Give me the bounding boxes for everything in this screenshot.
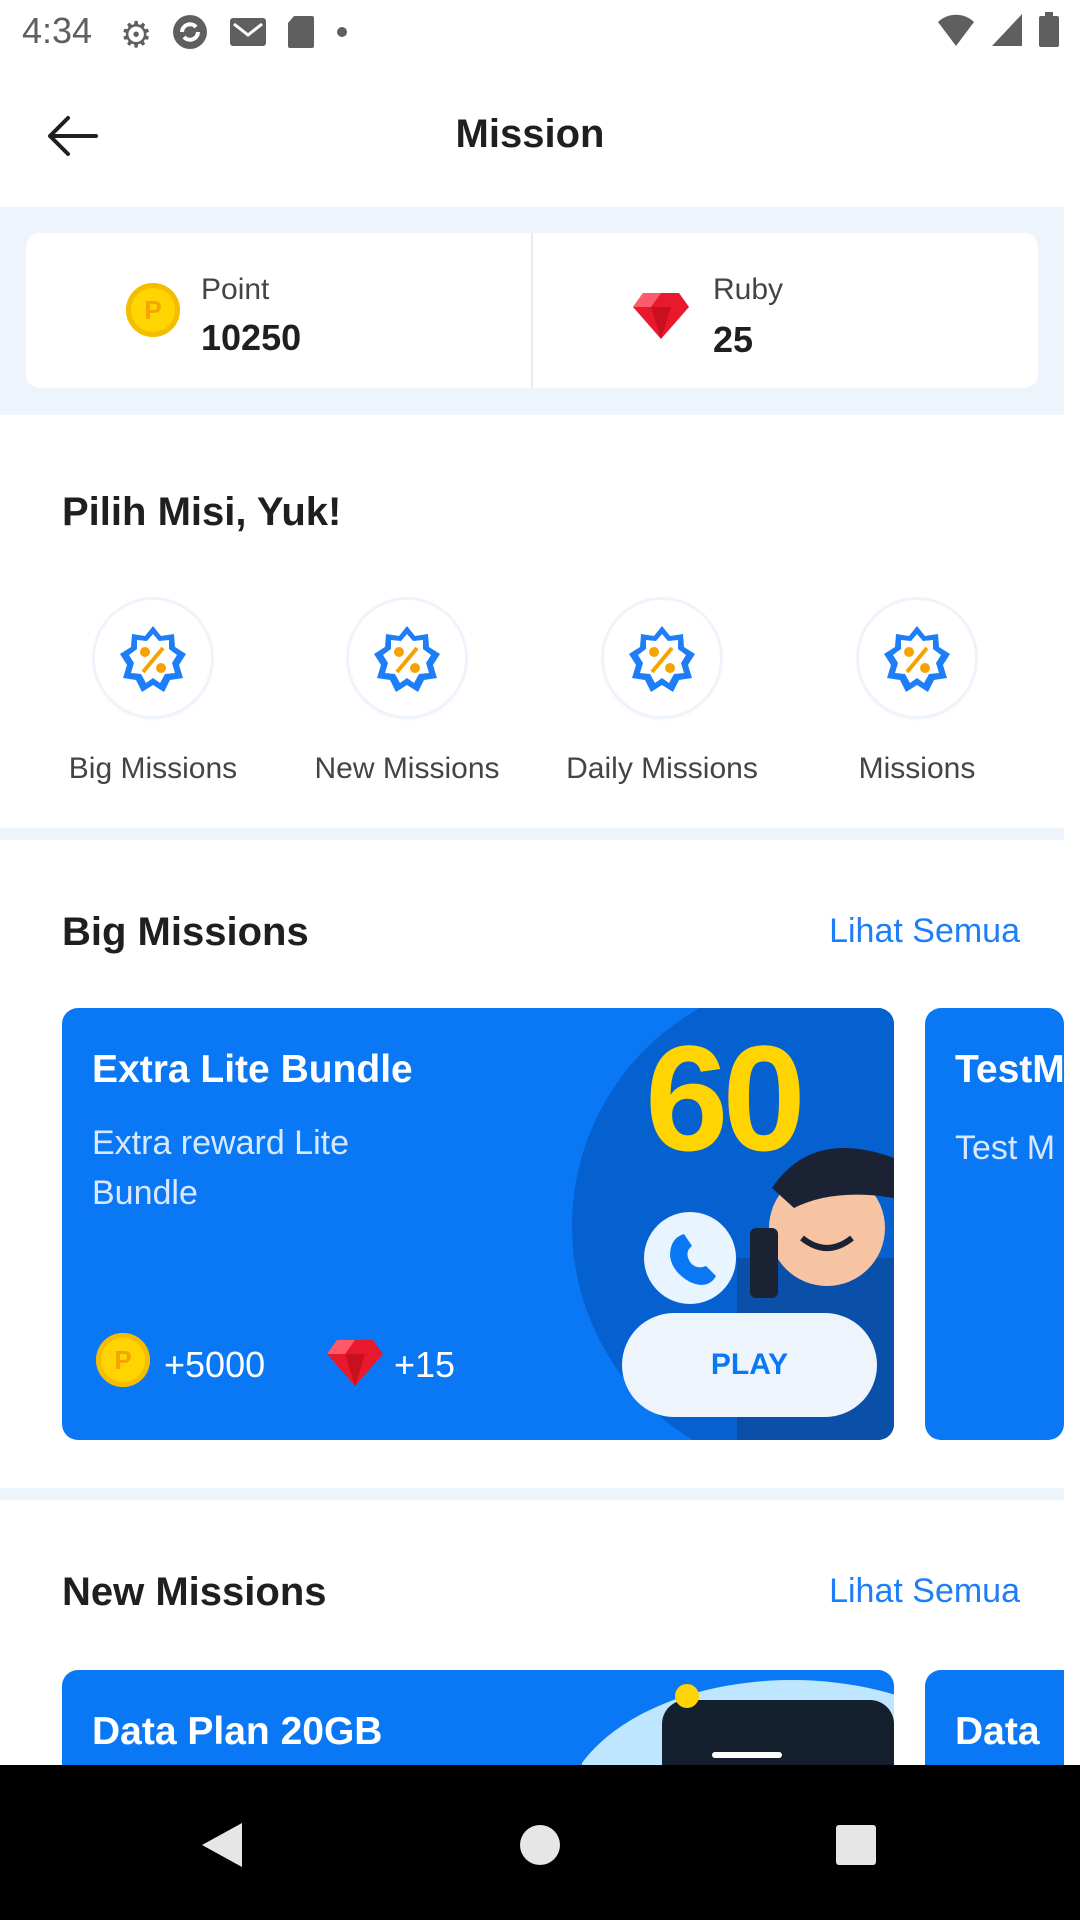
sync-icon <box>170 12 210 58</box>
discount-badge-icon <box>349 600 465 716</box>
mission-card-testm[interactable]: TestM Test M <box>925 1008 1064 1440</box>
balance-section: P Point 10250 Ruby 25 <box>0 207 1064 415</box>
category-label: Daily Missions <box>566 752 758 785</box>
play-button[interactable]: PLAY <box>622 1313 877 1417</box>
mission-card-title: Extra Lite Bundle <box>92 1048 413 1091</box>
status-left-icons: ⚙ <box>120 12 350 58</box>
big-missions-title: Big Missions <box>62 910 309 954</box>
ruby-balance[interactable]: Ruby 25 <box>531 233 1038 388</box>
recents-square-icon <box>836 1825 876 1865</box>
new-missions-title: New Missions <box>62 1570 327 1614</box>
battery-icon <box>1038 12 1060 53</box>
system-nav-bar <box>0 1765 1080 1920</box>
home-circle-icon <box>520 1825 560 1865</box>
reward-ruby-value: +15 <box>394 1344 456 1385</box>
mission-card-extra-lite-bundle[interactable]: 60 Extra Lite Bundle Extra reward Lite B… <box>62 1008 894 1440</box>
mission-card-title: Data Plan 20GB <box>92 1710 383 1753</box>
page-title: Mission <box>455 112 605 156</box>
category-label: New Missions <box>314 752 500 785</box>
point-value: 10250 <box>201 317 302 358</box>
mission-card-description: Test M <box>955 1129 1056 1167</box>
category-big-missions[interactable]: Big Missions <box>38 600 268 786</box>
ruby-icon <box>327 1340 383 1386</box>
mission-card-title: TestM <box>955 1048 1064 1091</box>
nav-back-button[interactable] <box>180 1805 260 1885</box>
discount-badge-icon <box>95 600 211 716</box>
ruby-icon <box>633 293 689 339</box>
nav-home-button[interactable] <box>500 1805 580 1885</box>
nav-recents-button[interactable] <box>816 1805 896 1885</box>
sd-card-icon <box>286 14 316 56</box>
ruby-label: Ruby <box>713 273 784 306</box>
discount-badge-icon <box>604 600 720 716</box>
point-balance[interactable]: P Point 10250 <box>26 233 531 388</box>
status-right-icons <box>936 12 1060 53</box>
balance-card: P Point 10250 Ruby 25 <box>26 233 1038 388</box>
category-label: Big Missions <box>68 752 238 785</box>
category-new-missions[interactable]: New Missions <box>292 600 522 786</box>
section-divider <box>0 828 1064 840</box>
status-time: 4:34 <box>22 10 93 51</box>
app-bar: Mission <box>0 62 1080 207</box>
mission-categories-section: Pilih Misi, Yuk! Big Missions New Missio… <box>0 415 1064 828</box>
signal-icon <box>990 12 1024 53</box>
dot-icon <box>334 14 350 56</box>
back-triangle-icon <box>202 1823 242 1867</box>
point-label: Point <box>201 273 270 306</box>
category-daily-missions[interactable]: Daily Missions <box>547 600 777 786</box>
mail-icon <box>228 14 268 56</box>
section-divider <box>0 1488 1064 1500</box>
wifi-icon <box>936 12 976 53</box>
banner-number: 60 <box>645 1014 806 1182</box>
reward-point-value: +5000 <box>164 1344 266 1385</box>
coin-icon: P <box>126 283 180 337</box>
category-missions[interactable]: Missions <box>802 600 1032 786</box>
ruby-value: 25 <box>713 319 754 360</box>
gear-icon: ⚙ <box>120 14 153 55</box>
mission-card-title: Data <box>955 1710 1040 1753</box>
mission-card-description: Extra reward Lite Bundle <box>92 1124 349 1212</box>
categories-title: Pilih Misi, Yuk! <box>62 490 342 534</box>
big-missions-see-all-link[interactable]: Lihat Semua <box>829 912 1020 951</box>
new-missions-see-all-link[interactable]: Lihat Semua <box>829 1572 1020 1611</box>
category-label: Missions <box>858 752 976 785</box>
status-bar: 4:34 ⚙ <box>0 0 1080 62</box>
coin-icon: P <box>96 1333 150 1387</box>
discount-badge-icon <box>859 600 975 716</box>
